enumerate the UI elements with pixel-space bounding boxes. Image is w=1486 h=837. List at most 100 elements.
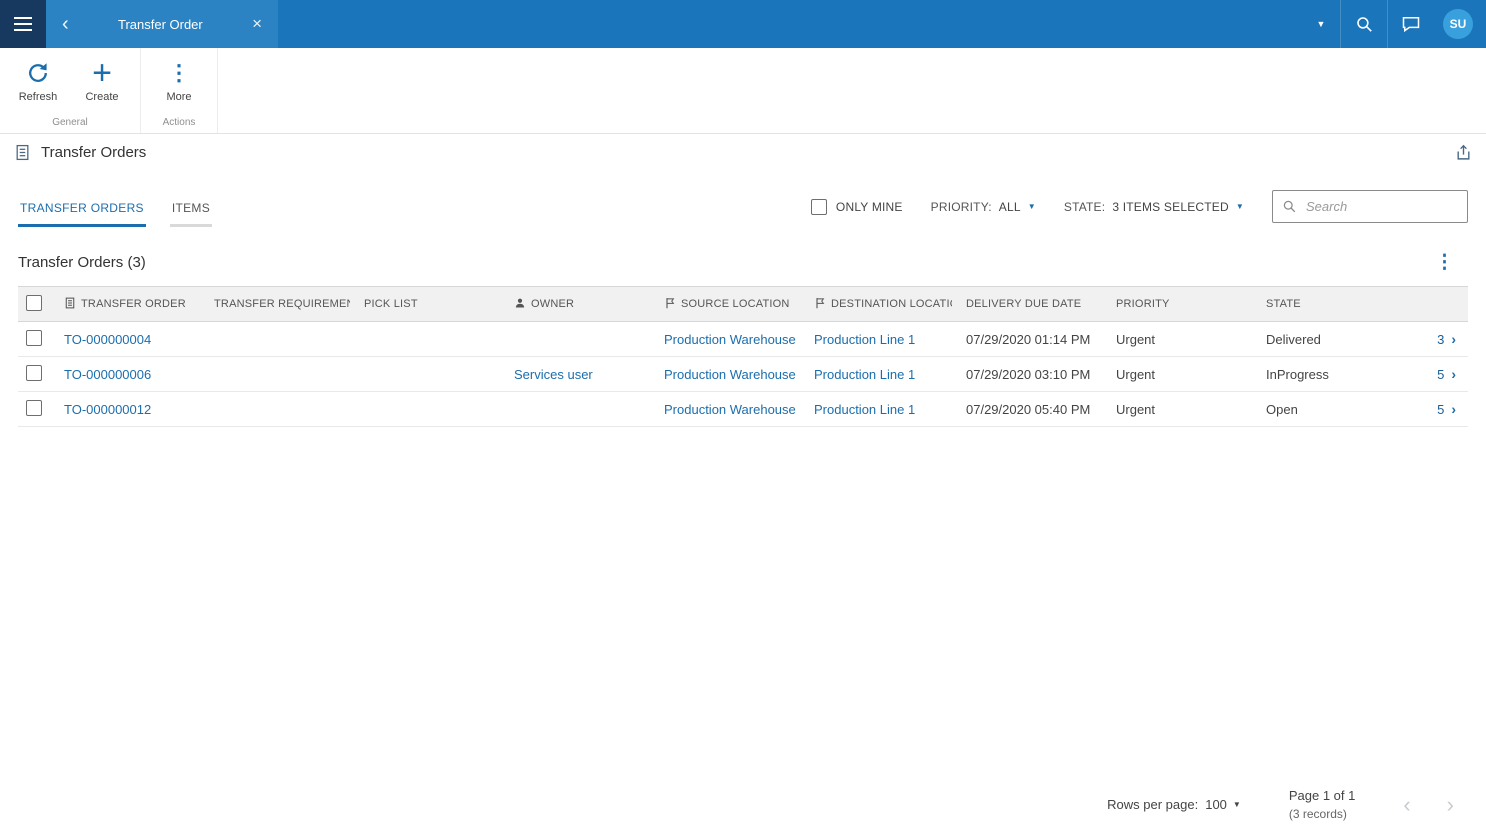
column-header-state[interactable]: STATE <box>1252 286 1400 322</box>
cell-priority: Urgent <box>1102 391 1252 427</box>
location-flag-icon <box>814 297 826 312</box>
line-count: 5 <box>1437 367 1445 382</box>
hamburger-icon <box>14 17 32 25</box>
only-mine-checkbox[interactable] <box>810 198 827 215</box>
search-input[interactable] <box>1304 198 1458 215</box>
page-title: Transfer Orders <box>41 143 147 161</box>
tab-transfer-order[interactable]: ‹ Transfer Order × <box>46 0 278 48</box>
cell-transfer-requirement <box>200 391 350 427</box>
popout-icon[interactable] <box>1455 144 1472 161</box>
topbar-actions: ▼ SU <box>1302 0 1486 48</box>
rows-per-page: Rows per page: 100 ▼ <box>1107 797 1241 812</box>
row-expand-chevron-icon[interactable]: › <box>1451 331 1456 347</box>
destination-location-link[interactable]: Production Line 1 <box>814 367 915 382</box>
toolbar-group-label-actions: Actions <box>162 117 196 128</box>
table-row[interactable]: TO-000000012 Production Warehouse Produc… <box>18 391 1468 427</box>
state-filter-value: 3 ITEMS SELECTED <box>1112 199 1229 214</box>
row-checkbox[interactable] <box>26 329 42 346</box>
cell-transfer-requirement <box>200 356 350 392</box>
column-header-pick-list[interactable]: PICK LIST <box>350 286 500 322</box>
toolbar-group-general: Refresh + Create General <box>0 48 141 133</box>
table-row[interactable]: TO-000000004 Production Warehouse Produc… <box>18 321 1468 357</box>
refresh-label: Refresh <box>18 91 58 103</box>
topbar: ‹ Transfer Order × ▼ SU <box>0 0 1486 48</box>
feedback-icon[interactable] <box>1388 0 1434 48</box>
destination-location-link[interactable]: Production Line 1 <box>814 332 915 347</box>
column-header-destination-location[interactable]: DESTINATION LOCATION <box>800 286 952 322</box>
select-all-checkbox[interactable] <box>26 294 42 311</box>
search-icon[interactable] <box>1341 0 1387 48</box>
document-icon <box>64 297 76 312</box>
column-header-delivery-due-date[interactable]: DELIVERY DUE DATE <box>952 286 1102 322</box>
kebab-icon: ⋮ <box>168 60 190 85</box>
column-header-priority[interactable]: PRIORITY <box>1102 286 1252 322</box>
destination-location-link[interactable]: Production Line 1 <box>814 402 915 417</box>
cell-priority: Urgent <box>1102 321 1252 357</box>
more-label: More <box>166 91 192 103</box>
table-header-row: TRANSFER ORDER TRANSFER REQUIREMENT PICK… <box>18 286 1468 322</box>
search-icon <box>1282 199 1297 214</box>
chevron-down-icon: ▼ <box>1235 202 1244 211</box>
owner-link[interactable]: Services user <box>514 367 593 382</box>
pagination-footer: Rows per page: 100 ▼ Page 1 of 1 (3 reco… <box>18 787 1468 823</box>
tab-transfer-orders[interactable]: TRANSFER ORDERS <box>18 195 146 227</box>
filters: ONLY MINE PRIORITY: ALL ▼ STATE: 3 ITEMS… <box>810 190 1468 227</box>
chevron-down-icon: ▼ <box>1027 202 1036 211</box>
transfer-order-link[interactable]: TO-000000012 <box>64 402 151 417</box>
transfer-order-link[interactable]: TO-000000006 <box>64 367 151 382</box>
rows-per-page-dropdown[interactable]: 100 ▼ <box>1205 797 1241 812</box>
page-info-block: Page 1 of 1 (3 records) <box>1289 787 1356 823</box>
list-toolbar: TRANSFER ORDERS ITEMS ONLY MINE PRIORITY… <box>18 190 1468 227</box>
source-location-link[interactable]: Production Warehouse <box>664 367 796 382</box>
cell-priority: Urgent <box>1102 356 1252 392</box>
more-button[interactable]: ⋮ More <box>147 56 211 114</box>
state-filter-dropdown[interactable]: STATE: 3 ITEMS SELECTED ▼ <box>1064 200 1244 214</box>
content-area: TRANSFER ORDERS ITEMS ONLY MINE PRIORITY… <box>0 170 1486 837</box>
cell-delivery-due-date: 07/29/2020 01:14 PM <box>952 321 1102 357</box>
state-filter-label: STATE: <box>1063 199 1106 214</box>
column-header-actions <box>1400 286 1468 322</box>
cell-state: InProgress <box>1252 356 1400 392</box>
toolbar-group-actions: ⋮ More Actions <box>141 48 218 133</box>
refresh-button[interactable]: Refresh <box>6 56 70 114</box>
only-mine-filter[interactable]: ONLY MINE <box>810 198 903 215</box>
create-button[interactable]: + Create <box>70 56 134 114</box>
avatar[interactable]: SU <box>1443 9 1473 39</box>
source-location-link[interactable]: Production Warehouse <box>664 402 796 417</box>
page-header: Transfer Orders <box>0 134 1486 170</box>
next-page-icon[interactable]: › <box>1447 793 1454 816</box>
chevron-down-icon: ▼ <box>1232 800 1241 810</box>
rows-per-page-label: Rows per page: <box>1107 797 1199 813</box>
row-expand-chevron-icon[interactable]: › <box>1451 366 1456 382</box>
grid-kebab-icon[interactable]: ⋮ <box>1421 251 1468 274</box>
create-label: Create <box>85 91 119 103</box>
row-checkbox[interactable] <box>26 399 42 416</box>
priority-filter-dropdown[interactable]: PRIORITY: ALL ▼ <box>931 200 1036 214</box>
only-mine-label: ONLY MINE <box>835 199 903 214</box>
column-header-transfer-order[interactable]: TRANSFER ORDER <box>50 286 200 322</box>
row-checkbox[interactable] <box>26 364 42 381</box>
back-icon[interactable]: ‹ <box>56 14 75 34</box>
cell-delivery-due-date: 07/29/2020 05:40 PM <box>952 391 1102 427</box>
line-count: 3 <box>1437 332 1445 347</box>
action-toolbar: Refresh + Create General ⋮ More Actions <box>0 48 1486 134</box>
column-header-transfer-requirement[interactable]: TRANSFER REQUIREMENT <box>200 286 350 322</box>
tab-title: Transfer Order <box>117 16 203 32</box>
page-info: Page 1 of 1 <box>1288 787 1356 803</box>
tab-items[interactable]: ITEMS <box>169 195 213 227</box>
transfer-order-link[interactable]: TO-000000004 <box>64 332 151 347</box>
column-header-owner[interactable]: OWNER <box>500 286 650 322</box>
table-row[interactable]: TO-000000006 Services user Production Wa… <box>18 356 1468 392</box>
menu-button[interactable] <box>0 0 46 48</box>
cell-pick-list <box>350 356 500 392</box>
line-count: 5 <box>1437 402 1445 417</box>
column-header-source-location[interactable]: SOURCE LOCATION <box>650 286 800 322</box>
source-location-link[interactable]: Production Warehouse <box>664 332 796 347</box>
chevron-down-icon[interactable]: ▼ <box>1302 0 1340 48</box>
close-icon[interactable]: × <box>246 14 268 34</box>
previous-page-icon[interactable]: ‹ <box>1403 793 1410 816</box>
row-expand-chevron-icon[interactable]: › <box>1451 401 1456 417</box>
search-box <box>1272 190 1468 223</box>
records-info: (3 records) <box>1288 806 1347 821</box>
cell-state: Open <box>1252 391 1400 427</box>
